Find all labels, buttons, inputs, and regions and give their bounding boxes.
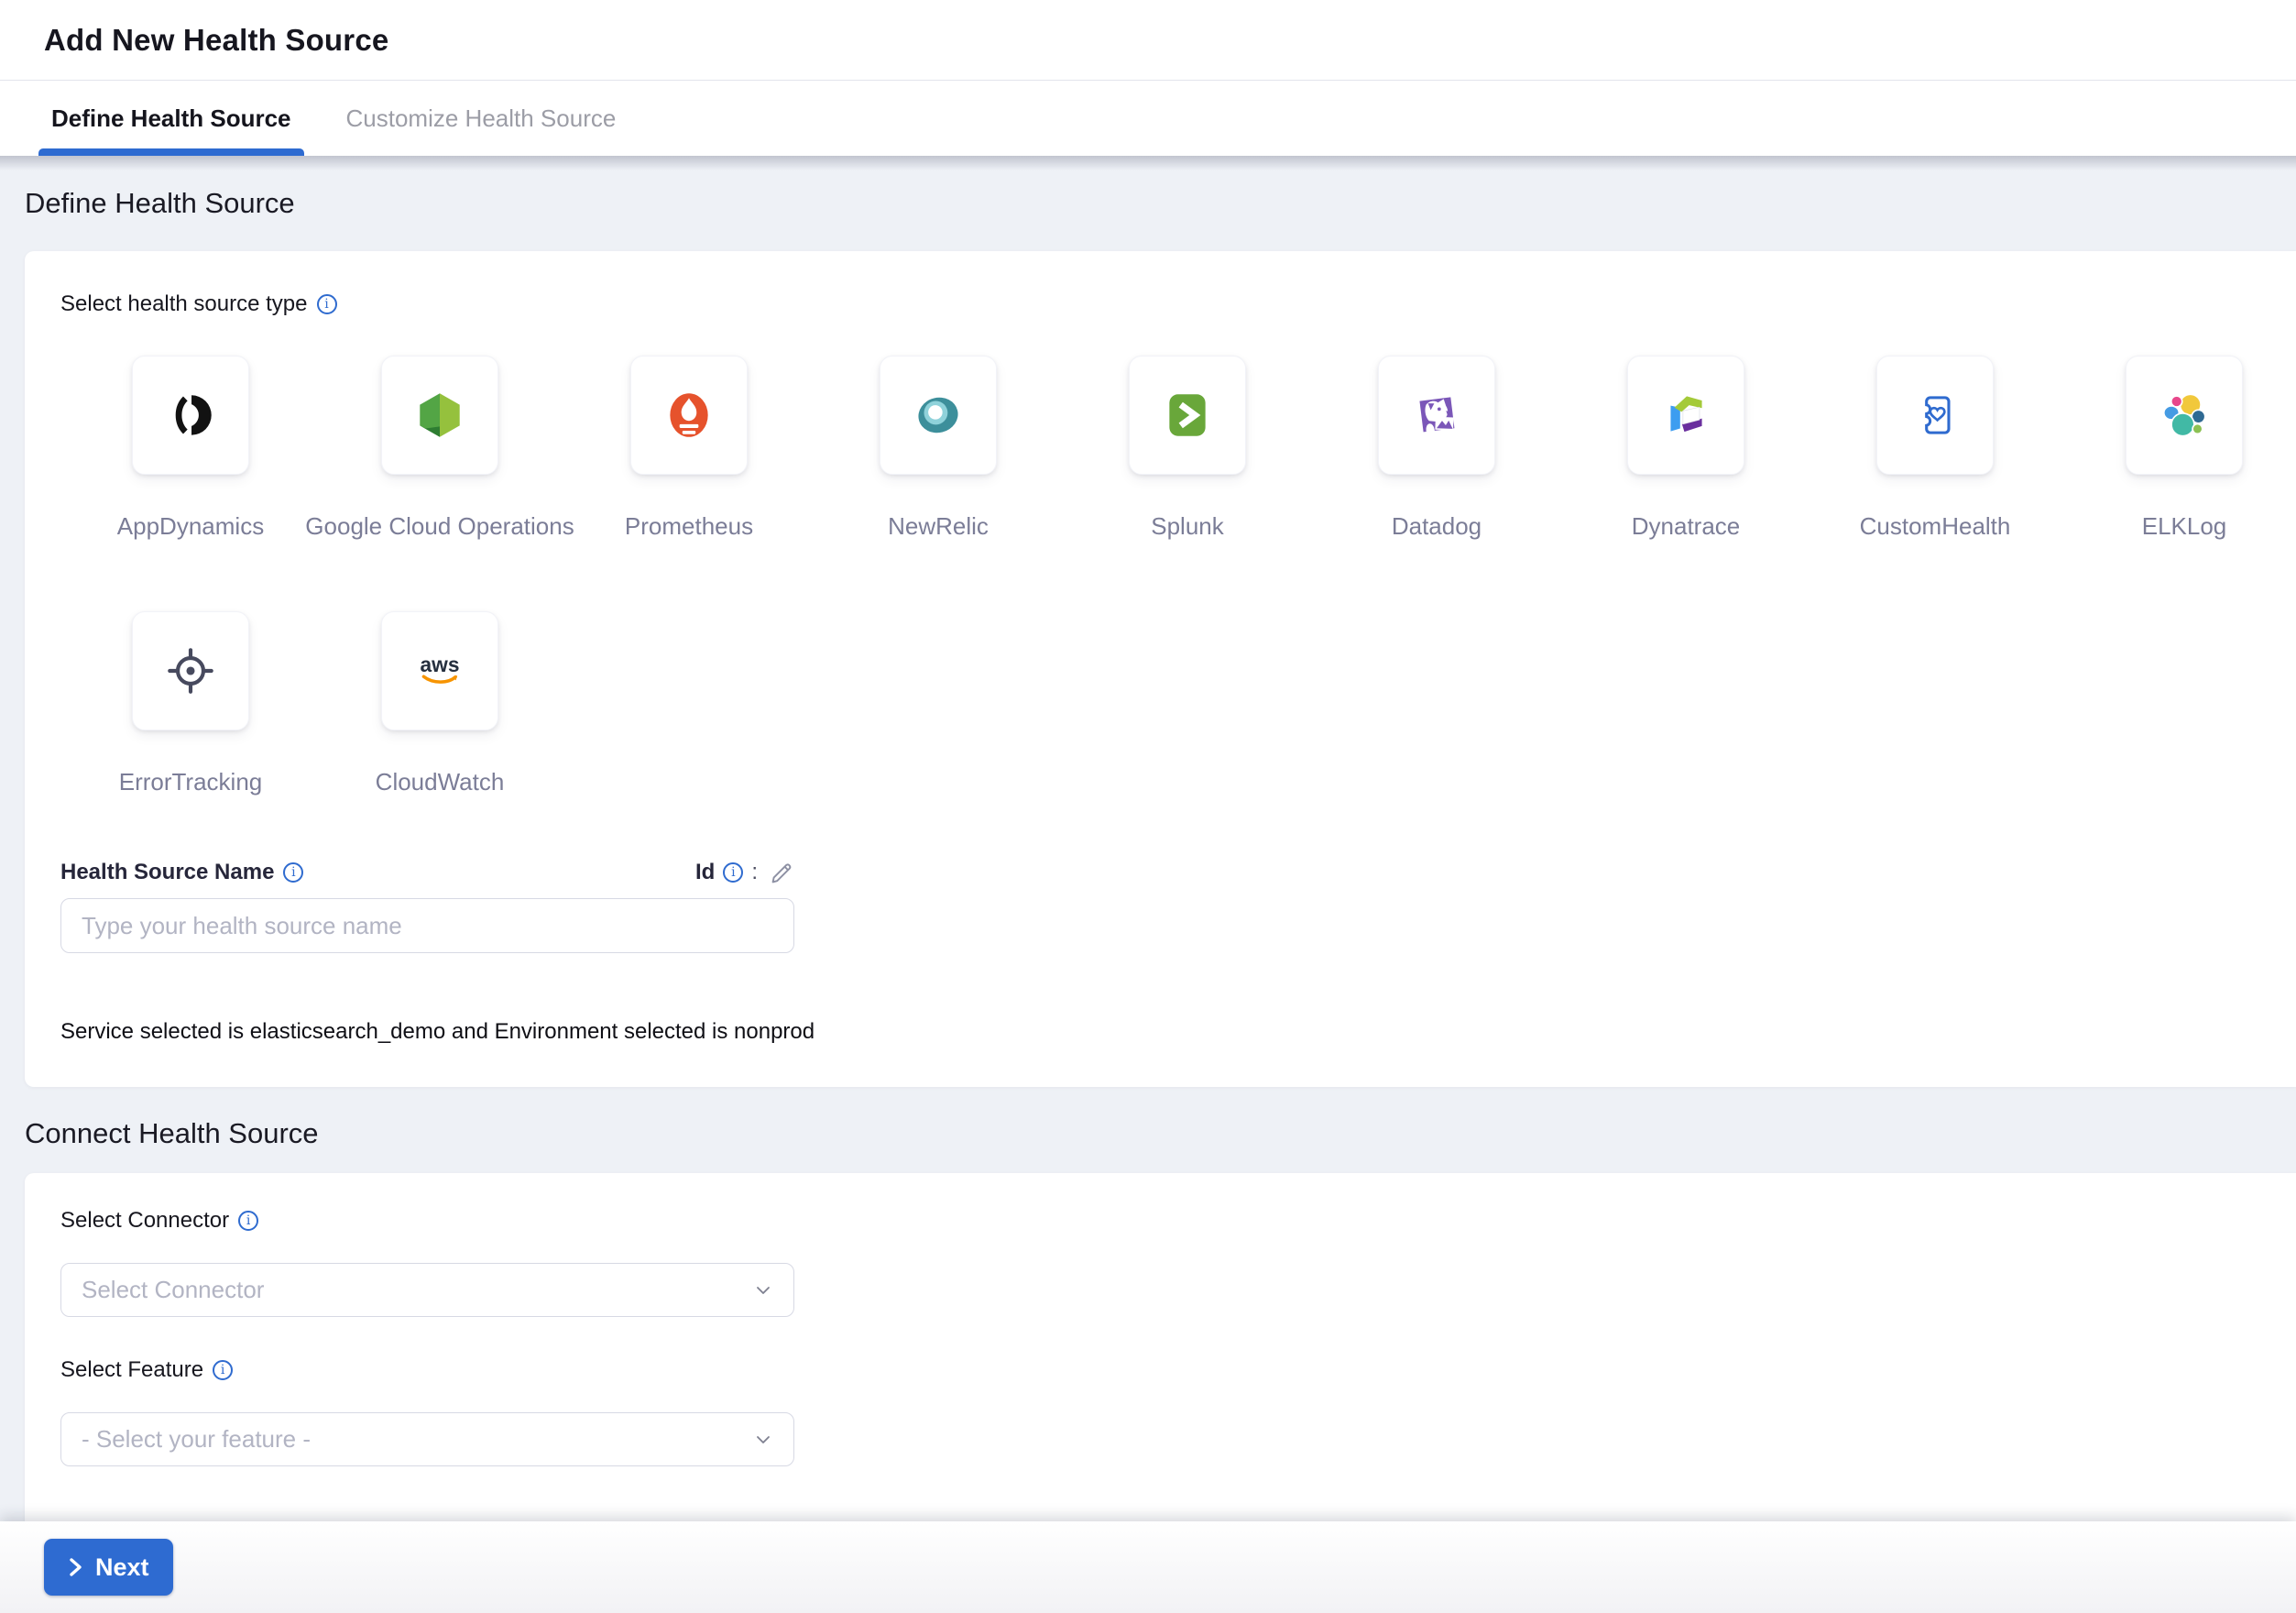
info-icon[interactable]: i — [723, 862, 743, 883]
source-label: Prometheus — [625, 512, 753, 540]
source-label: Google Cloud Operations — [305, 512, 574, 540]
svg-text:aws: aws — [421, 653, 460, 676]
select-feature-label: Select Feature — [60, 1357, 203, 1383]
source-tile[interactable] — [132, 356, 249, 475]
tab-define-health-source[interactable]: Define Health Source — [38, 81, 304, 156]
tab-label: Customize Health Source — [346, 104, 617, 133]
define-section-heading: Define Health Source — [25, 156, 2296, 217]
page-header: Add New Health Source — [0, 0, 2296, 81]
source-tile[interactable]: aws — [381, 611, 498, 730]
chevron-right-icon — [68, 1557, 84, 1577]
google-cloud-operations-icon — [411, 387, 468, 444]
add-health-source-page: Add New Health Source Define Health Sour… — [0, 0, 2296, 1613]
source-option-dynatrace[interactable]: Dynatrace — [1561, 356, 1810, 540]
feature-select[interactable]: - Select your feature - — [60, 1412, 794, 1466]
next-button[interactable]: Next — [44, 1539, 173, 1596]
customhealth-icon — [1907, 387, 1963, 444]
content-area: Define Health Source Select health sourc… — [0, 156, 2296, 1613]
source-tile[interactable] — [1378, 356, 1495, 475]
next-button-label: Next — [95, 1553, 149, 1582]
cloudwatch-icon: aws — [411, 642, 468, 699]
pencil-icon — [770, 861, 794, 885]
health-source-name-label-group: Health Source Name i — [60, 860, 303, 885]
select-type-label: Select health source type — [60, 291, 308, 317]
splunk-icon — [1159, 387, 1216, 444]
health-source-name-row: Health Source Name i Id i : — [60, 860, 794, 885]
info-icon[interactable]: i — [238, 1211, 258, 1231]
source-tile[interactable] — [2126, 356, 2243, 475]
source-option-errortracking[interactable]: ErrorTracking — [66, 611, 315, 796]
select-connector-label: Select Connector — [60, 1208, 229, 1234]
source-label: NewRelic — [888, 512, 989, 540]
source-label: Dynatrace — [1632, 512, 1741, 540]
source-tile[interactable] — [1129, 356, 1246, 475]
errortracking-icon — [162, 642, 219, 699]
source-label: CustomHealth — [1860, 512, 2011, 540]
source-label: ErrorTracking — [119, 768, 263, 796]
health-source-name-input[interactable] — [60, 898, 794, 953]
prometheus-icon — [661, 387, 717, 444]
source-option-appdynamics[interactable]: AppDynamics — [66, 356, 315, 540]
newrelic-icon — [910, 387, 967, 444]
info-icon[interactable]: i — [213, 1360, 233, 1380]
chevron-down-icon — [753, 1280, 773, 1300]
source-tile[interactable] — [1876, 356, 1994, 475]
source-tile[interactable] — [630, 356, 748, 475]
footer-bar: Next — [0, 1521, 2296, 1613]
select-connector-label-row: Select Connector i — [60, 1208, 2259, 1234]
source-option-newrelic[interactable]: NewRelic — [814, 356, 1063, 540]
info-icon[interactable]: i — [283, 862, 303, 883]
datadog-icon — [1408, 387, 1465, 444]
appdynamics-icon — [162, 387, 219, 444]
id-label: Id — [695, 860, 715, 885]
source-label: ELKLog — [2142, 512, 2227, 540]
source-tile[interactable] — [381, 356, 498, 475]
tab-label: Define Health Source — [51, 104, 291, 133]
edit-id-button[interactable] — [770, 861, 794, 885]
tab-customize-health-source[interactable]: Customize Health Source — [333, 81, 629, 156]
source-label: Splunk — [1151, 512, 1224, 540]
source-tile[interactable] — [1627, 356, 1744, 475]
select-feature-label-row: Select Feature i — [60, 1357, 2259, 1383]
connector-select-value: Select Connector — [82, 1276, 264, 1304]
source-label: Datadog — [1392, 512, 1481, 540]
define-health-source-card: Select health source type i AppDynamics — [25, 251, 2296, 1087]
connect-section-heading: Connect Health Source — [25, 1120, 2296, 1147]
dynatrace-icon — [1657, 387, 1714, 444]
elklog-icon — [2156, 387, 2213, 444]
connector-select[interactable]: Select Connector — [60, 1263, 794, 1317]
feature-select-value: - Select your feature - — [82, 1425, 311, 1454]
source-type-row-1: AppDynamics Google Cloud Operations — [66, 356, 2259, 540]
source-label: AppDynamics — [117, 512, 264, 540]
service-environment-text: Service selected is elasticsearch_demo a… — [60, 1019, 2259, 1045]
source-option-splunk[interactable]: Splunk — [1063, 356, 1312, 540]
health-source-name-label: Health Source Name — [60, 860, 274, 885]
tab-bar: Define Health Source Customize Health So… — [0, 81, 2296, 156]
source-option-google-cloud-operations[interactable]: Google Cloud Operations — [315, 356, 564, 540]
info-icon[interactable]: i — [317, 294, 337, 314]
source-option-datadog[interactable]: Datadog — [1312, 356, 1561, 540]
select-type-label-row: Select health source type i — [60, 291, 2259, 317]
source-option-prometheus[interactable]: Prometheus — [564, 356, 814, 540]
id-group: Id i : — [695, 860, 794, 885]
source-option-customhealth[interactable]: CustomHealth — [1810, 356, 2060, 540]
source-option-elklog[interactable]: ELKLog — [2060, 356, 2296, 540]
id-colon: : — [751, 860, 758, 885]
source-label: CloudWatch — [376, 768, 505, 796]
chevron-down-icon — [753, 1430, 773, 1450]
page-title: Add New Health Source — [44, 23, 388, 58]
source-tile[interactable] — [132, 611, 249, 730]
source-option-cloudwatch[interactable]: aws CloudWatch — [315, 611, 564, 796]
source-tile[interactable] — [880, 356, 997, 475]
source-type-row-2: ErrorTracking aws CloudWatch — [66, 611, 2259, 796]
